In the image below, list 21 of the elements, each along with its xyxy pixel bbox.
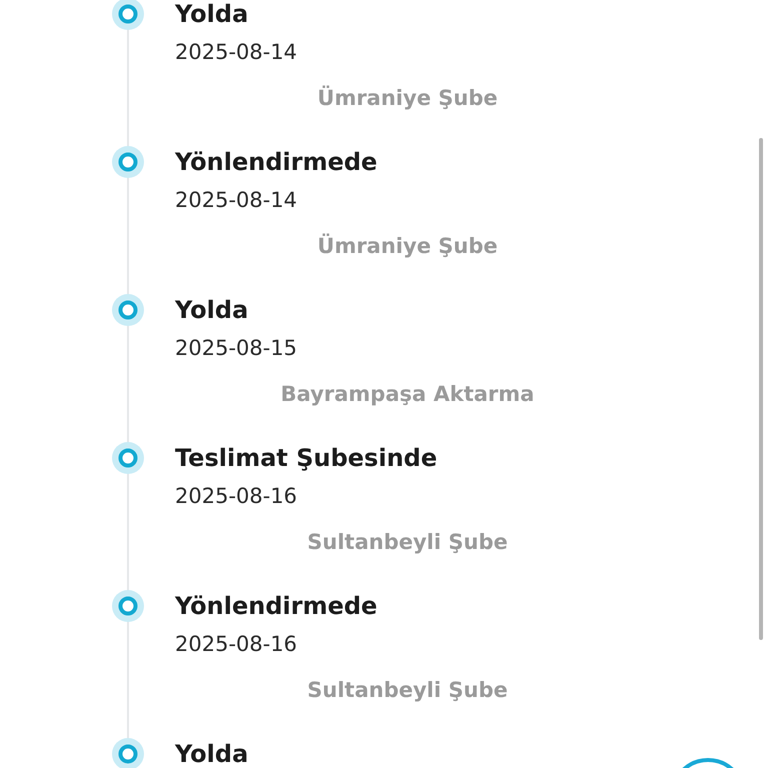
scrollbar[interactable] <box>759 138 763 640</box>
timeline-dot-icon <box>112 590 144 622</box>
status-date: 2025-08-15 <box>175 335 298 362</box>
status-date: 2025-08-14 <box>175 187 298 214</box>
timeline-dot-icon <box>112 442 144 474</box>
timeline-dot-icon <box>112 294 144 326</box>
timeline-dot-icon <box>112 146 144 178</box>
status-title: Yolda <box>175 296 250 324</box>
status-date: 2025-08-16 <box>175 483 298 510</box>
status-date: 2025-08-14 <box>175 39 298 66</box>
status-title: Yolda <box>175 740 250 768</box>
status-title: Yönlendirmede <box>175 148 378 176</box>
branch-location: Sultanbeyli Şube <box>307 678 508 702</box>
branch-location: Bayrampaşa Aktarma <box>280 382 534 406</box>
status-title: Teslimat Şubesinde <box>175 444 438 472</box>
status-title: Yönlendirmede <box>175 592 378 620</box>
status-date: 2025-08-16 <box>175 631 298 658</box>
branch-location: Sultanbeyli Şube <box>307 530 508 554</box>
branch-location: Ümraniye Şube <box>317 86 498 110</box>
status-title: Yolda <box>175 0 250 28</box>
branch-location: Ümraniye Şube <box>317 234 498 258</box>
